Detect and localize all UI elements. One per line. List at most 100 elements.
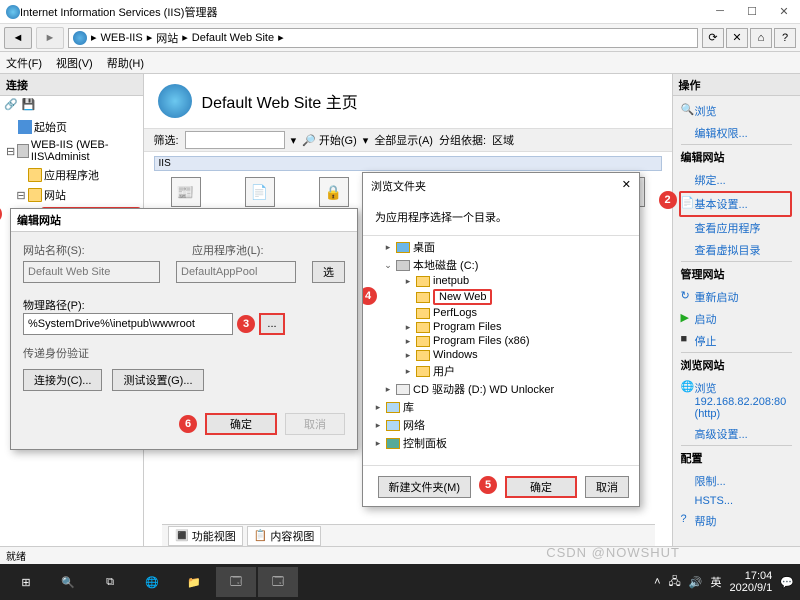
- task-search[interactable]: 🔍: [48, 567, 88, 597]
- group-config: 配置: [681, 445, 792, 470]
- browse-path-button[interactable]: ...: [259, 313, 285, 335]
- app-icon: [6, 5, 20, 19]
- actions-panel: 操作 🔍浏览 编辑权限... 编辑网站 绑定... 2 📄基本设置... 查看应…: [672, 74, 800, 564]
- start-button[interactable]: ⊞: [6, 567, 46, 597]
- edit-ok-button[interactable]: 确定: [205, 413, 277, 435]
- showall-button[interactable]: 全部显示(A): [374, 132, 433, 148]
- ft-desktop[interactable]: 桌面: [413, 239, 435, 255]
- action-start[interactable]: ▶启动: [681, 308, 792, 330]
- menu-view[interactable]: 视图(V): [56, 55, 93, 71]
- action-help[interactable]: ?帮助: [681, 510, 792, 532]
- window-title: Internet Information Services (IIS)管理器: [20, 4, 710, 20]
- tray-notifications-icon[interactable]: 💬: [780, 576, 794, 589]
- task-other[interactable]: 🗔: [258, 567, 298, 597]
- folder-tree[interactable]: ▸桌面 ⌄本地磁盘 (C:) ▸inetpub 4 New Web PerfLo…: [363, 235, 639, 465]
- connect-icon[interactable]: 🔗: [4, 98, 18, 111]
- center-header: Default Web Site 主页: [144, 74, 672, 128]
- ft-programfilesx86[interactable]: Program Files (x86): [433, 335, 530, 347]
- task-explorer[interactable]: 📁: [174, 567, 214, 597]
- maximize-button[interactable]: ☐: [742, 5, 762, 18]
- task-ie[interactable]: 🌐: [132, 567, 172, 597]
- action-view-vdirs[interactable]: 查看虚拟目录: [681, 239, 792, 261]
- badge-4: 4: [363, 287, 377, 305]
- task-iis[interactable]: 🗔: [216, 567, 256, 597]
- minimize-button[interactable]: ─: [710, 5, 730, 18]
- help-nav-button[interactable]: ?: [774, 28, 796, 48]
- action-browse-url[interactable]: 🌐浏览 192.168.82.208:80 (http): [681, 377, 792, 423]
- menu-help[interactable]: 帮助(H): [107, 55, 144, 71]
- breadcrumb-site[interactable]: Default Web Site: [192, 32, 274, 44]
- ft-windows[interactable]: Windows: [433, 349, 478, 361]
- action-basic-settings[interactable]: 📄基本设置...: [679, 191, 792, 217]
- edit-site-dialog: 编辑网站 网站名称(S): 应用程序池(L): 选 物理路径(P): 3 ...…: [10, 208, 358, 450]
- filter-input[interactable]: [185, 131, 285, 149]
- status-bar: 就绪: [0, 546, 800, 564]
- action-bindings[interactable]: 绑定...: [681, 169, 792, 191]
- tab-features-view[interactable]: 🔳功能视图: [168, 526, 243, 546]
- physical-path-label: 物理路径(P):: [23, 300, 85, 312]
- tray-network-icon[interactable]: 🖧: [669, 573, 681, 592]
- tree-sites[interactable]: ⊟网站: [2, 185, 141, 205]
- action-view-apps[interactable]: 查看应用程序: [681, 217, 792, 239]
- save-conn-icon[interactable]: 💾: [22, 98, 36, 111]
- tree-app-pools[interactable]: 应用程序池: [2, 165, 141, 185]
- refresh-button[interactable]: ⟳: [702, 28, 724, 48]
- action-restart[interactable]: ↻重新启动: [681, 286, 792, 308]
- badge-6: 6: [179, 415, 197, 433]
- action-advanced[interactable]: 高级设置...: [681, 423, 792, 445]
- stop-nav-button[interactable]: ✕: [726, 28, 748, 48]
- tray-ime[interactable]: 英: [710, 574, 721, 590]
- back-button[interactable]: ◄: [4, 27, 32, 49]
- edit-cancel-button[interactable]: 取消: [285, 413, 345, 435]
- tray-time[interactable]: 17:04: [729, 570, 772, 582]
- ft-perflogs[interactable]: PerfLogs: [433, 307, 477, 319]
- go-button[interactable]: 🔎 开始(G): [302, 132, 357, 148]
- action-stop[interactable]: ■停止: [681, 330, 792, 352]
- taskbar: ⊞ 🔍 ⧉ 🌐 📁 🗔 🗔 ˄ 🖧 🔊 英 17:04 2020/9/1 💬: [0, 564, 800, 600]
- tab-content-view[interactable]: 📋内容视图: [247, 526, 322, 546]
- forward-button[interactable]: ►: [36, 27, 64, 49]
- breadcrumb-sites[interactable]: 网站: [156, 30, 178, 46]
- ft-programfiles[interactable]: Program Files: [433, 321, 501, 333]
- browse-ok-button[interactable]: 确定: [505, 476, 577, 498]
- tree-server[interactable]: ⊟WEB-IIS (WEB-IIS\Administ: [2, 137, 141, 165]
- ft-localdisk[interactable]: 本地磁盘 (C:): [413, 257, 478, 273]
- tray-sound-icon[interactable]: 🔊: [689, 576, 703, 589]
- page-title: Default Web Site 主页: [202, 89, 358, 113]
- browse-close-button[interactable]: ✕: [622, 178, 631, 194]
- select-pool-button[interactable]: 选: [312, 261, 345, 283]
- connections-header: 连接: [0, 74, 143, 96]
- window-titlebar: Internet Information Services (IIS)管理器 ─…: [0, 0, 800, 24]
- tray-up-icon[interactable]: ˄: [654, 576, 660, 588]
- filter-label: 筛选:: [154, 132, 179, 148]
- close-button[interactable]: ✕: [774, 5, 794, 18]
- ft-libraries[interactable]: 库: [403, 399, 414, 415]
- tree-start-page[interactable]: 起始页: [2, 117, 141, 137]
- breadcrumb-server[interactable]: WEB-IIS: [101, 32, 143, 44]
- breadcrumb[interactable]: ▸WEB-IIS ▸网站 ▸Default Web Site ▸: [68, 28, 698, 48]
- ft-inetpub[interactable]: inetpub: [433, 275, 469, 287]
- action-browse[interactable]: 🔍浏览: [681, 100, 792, 122]
- new-folder-button[interactable]: 新建文件夹(M): [378, 476, 472, 498]
- groupby-label: 分组依据:: [439, 132, 486, 148]
- menu-file[interactable]: 文件(F): [6, 55, 42, 71]
- groupby-select[interactable]: 区域: [492, 132, 514, 148]
- ft-users[interactable]: 用户: [433, 363, 455, 379]
- connect-as-button[interactable]: 连接为(C)...: [23, 369, 102, 391]
- task-view[interactable]: ⧉: [90, 567, 130, 597]
- connections-toolbar: 🔗 💾: [0, 96, 143, 113]
- home-button[interactable]: ⌂: [750, 28, 772, 48]
- action-hsts[interactable]: HSTS...: [681, 492, 792, 510]
- browse-cancel-button[interactable]: 取消: [585, 476, 629, 498]
- action-limits[interactable]: 限制...: [681, 470, 792, 492]
- ft-newweb[interactable]: New Web: [433, 289, 492, 305]
- ft-cddrive[interactable]: CD 驱动器 (D:) WD Unlocker: [413, 381, 554, 397]
- filter-bar: 筛选: ▾ 🔎 开始(G) ▾ 全部显示(A) 分组依据: 区域: [144, 128, 672, 152]
- physical-path-input[interactable]: [23, 313, 233, 335]
- system-tray[interactable]: ˄ 🖧 🔊 英 17:04 2020/9/1 💬: [654, 570, 794, 594]
- ft-controlpanel[interactable]: 控制面板: [403, 435, 447, 451]
- action-edit-permissions[interactable]: 编辑权限...: [681, 122, 792, 144]
- ft-network[interactable]: 网络: [403, 417, 425, 433]
- tray-date[interactable]: 2020/9/1: [729, 582, 772, 594]
- test-settings-button[interactable]: 测试设置(G)...: [112, 369, 203, 391]
